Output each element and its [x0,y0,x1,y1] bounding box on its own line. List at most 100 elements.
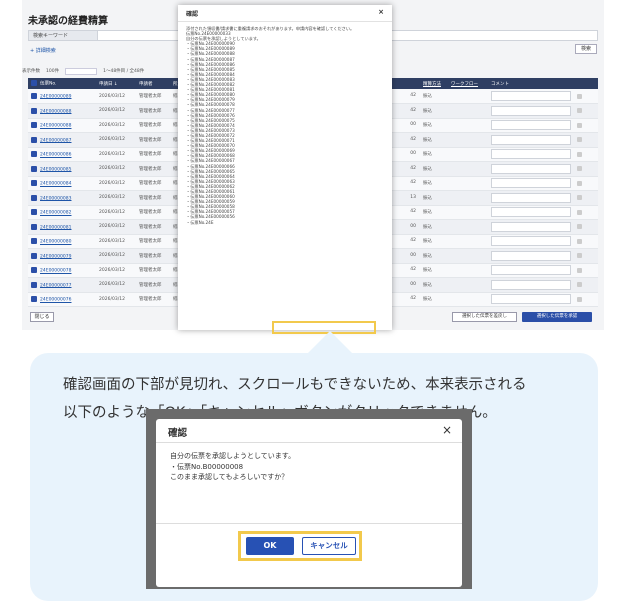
comment-input[interactable] [491,250,571,261]
row-checkbox[interactable] [31,165,37,172]
table-cell: 振込 [420,263,448,278]
table-cell: 2026/03/12 [96,219,136,235]
col-method[interactable]: 精算方法 [420,78,448,89]
edit-icon[interactable] [577,209,582,215]
table-cell: 振込 [420,176,448,191]
voucher-link[interactable]: 24E00000077 [40,283,71,288]
table-cell: 24E00000078 [28,263,96,278]
row-user: 管理者太郎 [139,282,162,288]
advanced-search-link[interactable]: + 詳細検索 [30,47,56,54]
row-method: 振込 [423,268,432,274]
voucher-link[interactable]: 24E00000087 [40,138,71,143]
comment-input[interactable] [491,134,571,145]
row-checkbox[interactable] [31,281,37,288]
row-checkbox[interactable] [31,122,37,128]
voucher-link[interactable]: 24E00000083 [40,196,71,201]
row-method: 振込 [423,137,432,143]
row-amount: 13 [410,194,416,200]
row-checkbox[interactable] [31,267,37,273]
edit-icon[interactable] [577,180,582,186]
edit-icon[interactable] [577,224,582,230]
comment-input[interactable] [491,192,571,203]
row-date: 2026/03/12 [99,209,125,215]
row-checkbox[interactable] [31,180,37,186]
table-cell [488,89,598,104]
comment-input[interactable] [491,178,571,189]
row-user: 管理者太郎 [139,210,162,216]
table-cell: 24E00000083 [28,190,96,206]
comment-input[interactable] [491,207,571,218]
comment-input[interactable] [491,149,571,160]
voucher-link[interactable]: 24E00000089 [40,94,71,99]
close-icon[interactable]: × [442,423,452,437]
edit-icon[interactable] [577,151,582,157]
row-checkbox[interactable] [31,252,37,259]
deny-selected-button[interactable]: 選択した伝票を差戻し [452,312,517,322]
row-checkbox[interactable] [31,223,37,230]
voucher-link[interactable]: 24E00000076 [40,298,71,303]
table-cell: 24E00000088 [28,103,96,119]
comment-input[interactable] [491,265,571,276]
table-cell: 24E00000082 [28,205,96,220]
comment-input[interactable] [491,236,571,247]
count-select[interactable] [65,67,98,75]
edit-icon[interactable] [577,93,582,99]
edit-icon[interactable] [577,238,582,244]
voucher-link[interactable]: 24E00000085 [40,167,71,172]
comment-input[interactable] [491,294,571,305]
row-checkbox[interactable] [31,296,37,302]
col-voucher[interactable]: 伝票No. [28,78,96,89]
table-cell: 振込 [420,234,448,249]
row-checkbox[interactable] [31,92,37,99]
edit-icon[interactable] [577,296,582,302]
row-date: 2026/03/12 [99,282,125,288]
row-checkbox[interactable] [31,194,37,201]
comment-input[interactable] [491,91,571,101]
select-all-checkbox[interactable] [31,80,37,87]
voucher-link[interactable]: 24E00000088 [40,124,71,129]
edit-icon[interactable] [577,166,582,172]
comment-input[interactable] [491,221,571,232]
edit-icon[interactable] [577,195,582,201]
voucher-link[interactable]: 24E00000086 [40,153,71,158]
col-workflow[interactable]: ワークフロー [448,78,488,89]
comment-input[interactable] [491,120,571,131]
voucher-link[interactable]: 24E00000081 [40,225,71,230]
edit-icon[interactable] [577,137,582,143]
comment-input[interactable] [491,105,571,116]
edit-icon[interactable] [577,108,582,114]
table-cell [488,292,598,307]
table-cell: 2026/03/12 [96,234,136,249]
edit-icon[interactable] [577,253,582,259]
voucher-link[interactable]: 24E00000078 [40,269,71,274]
row-checkbox[interactable] [31,151,37,157]
comment-input[interactable] [491,279,571,290]
voucher-link[interactable]: 24E00000088 [40,109,71,114]
dialog-body: 添付された領収書/請求書に重複請求のおそれがあります。申請内容を確認してください… [178,22,392,229]
voucher-link[interactable]: 24E00000082 [40,211,71,216]
row-amount: 42 [410,107,416,113]
row-method: 振込 [423,210,432,216]
voucher-link[interactable]: 24E00000080 [40,240,71,245]
edit-icon[interactable] [577,267,582,273]
edit-icon[interactable] [577,122,582,128]
edit-icon[interactable] [577,282,582,288]
row-checkbox[interactable] [31,209,37,215]
table-cell: 24E00000084 [28,176,96,191]
close-icon[interactable]: × [378,8,384,16]
count-value[interactable]: 100件 [46,68,59,74]
row-checkbox[interactable] [31,107,37,114]
comment-input[interactable] [491,163,571,174]
voucher-link[interactable]: 24E00000084 [40,182,71,187]
voucher-link[interactable]: 24E00000079 [40,254,71,259]
table-cell [448,89,488,104]
table-cell [488,219,598,235]
row-method: 振込 [423,195,432,201]
row-checkbox[interactable] [31,136,37,143]
approve-selected-button[interactable]: 選択した伝票を承認 [522,312,592,322]
row-checkbox[interactable] [31,238,37,244]
close-button[interactable]: 閉じる [30,312,54,322]
table-cell: 管理者太郎 [136,161,170,177]
search-button[interactable]: 検索 [575,44,597,54]
col-date[interactable]: 申請日 ↓ [96,78,136,89]
